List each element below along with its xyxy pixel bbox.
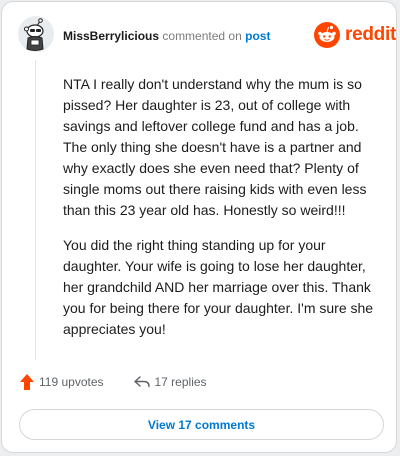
view-comments-button[interactable]: View 17 comments — [19, 409, 384, 440]
commented-on-label: commented on — [162, 29, 242, 43]
reddit-snoo-logo-icon — [314, 22, 340, 48]
comment-actions: 119 upvotes 17 replies — [20, 374, 207, 390]
username-link[interactable]: MissBerrylicious — [63, 29, 159, 43]
snoo-avatar-icon — [18, 16, 54, 52]
comment-paragraph: You did the right thing standing up for … — [63, 237, 374, 337]
replies-button[interactable]: 17 replies — [133, 375, 207, 389]
avatar[interactable] — [18, 16, 54, 52]
comment-header: MissBerrylicious commented on post — [63, 29, 270, 43]
upvote-count: 119 upvotes — [39, 375, 104, 389]
reddit-wordmark: reddit — [345, 24, 396, 45]
thread-line — [35, 60, 36, 360]
comment-paragraph: NTA I really don't understand why the mu… — [63, 76, 367, 218]
upvote-arrow-icon — [20, 374, 34, 390]
reply-count: 17 replies — [154, 375, 207, 389]
upvote-button[interactable]: 119 upvotes — [20, 374, 104, 390]
reply-arrow-icon — [133, 376, 150, 388]
reddit-brand[interactable]: reddit — [314, 22, 396, 48]
comment-body: NTA I really don't understand why the mu… — [63, 74, 385, 354]
post-link[interactable]: post — [245, 29, 270, 43]
comment-card: MissBerrylicious commented on post reddi… — [1, 1, 397, 453]
